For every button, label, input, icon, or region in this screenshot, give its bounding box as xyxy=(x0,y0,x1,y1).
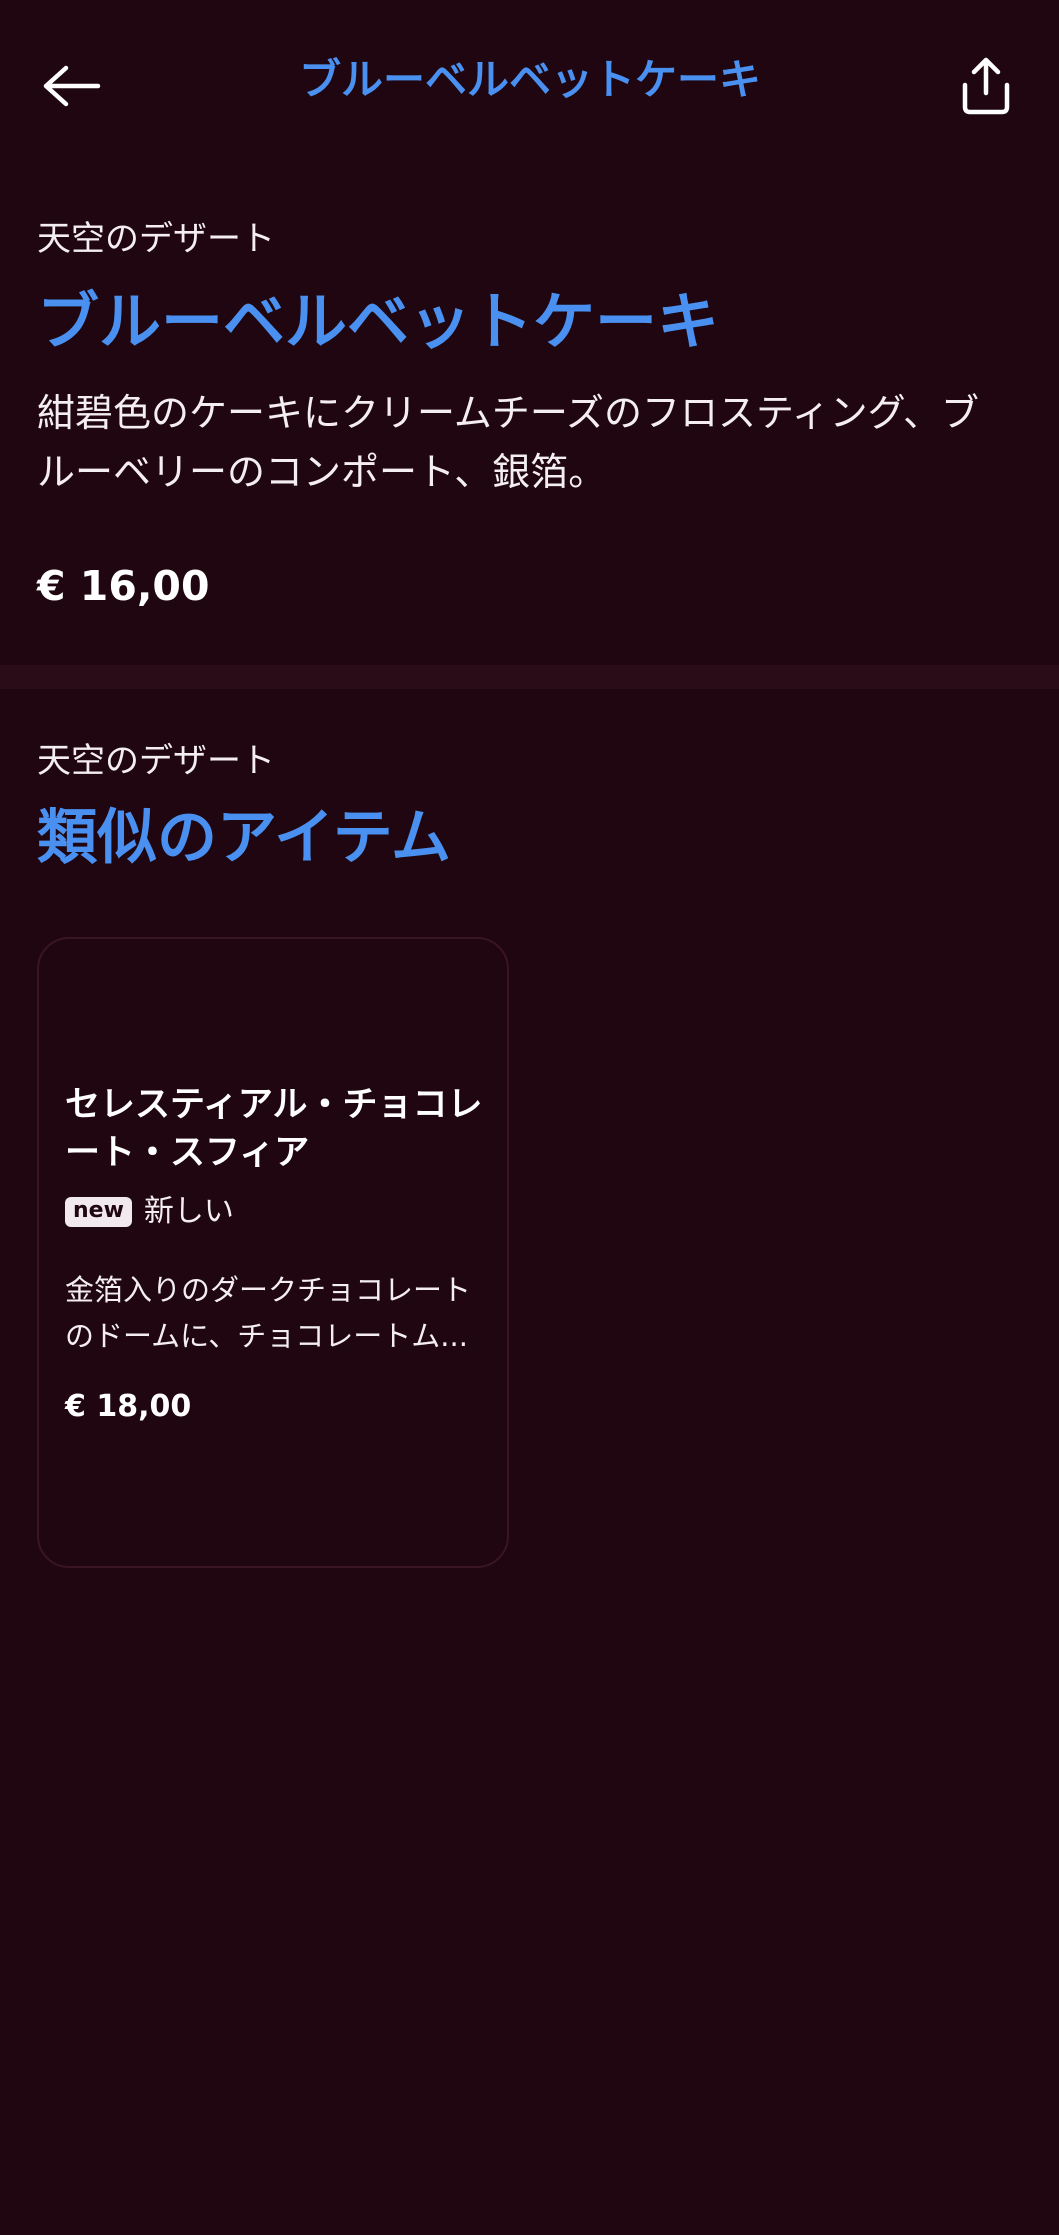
similar-category: 天空のデザート xyxy=(37,741,275,781)
section-divider xyxy=(0,665,1059,689)
badge-row: new 新しい xyxy=(65,1189,489,1235)
header-title: ブルーベルベットケーキ xyxy=(298,55,761,104)
arrow-left-icon xyxy=(43,65,101,107)
similar-items-title: 類似のアイテム xyxy=(37,803,451,873)
similar-item-card[interactable]: セレスティアル・チョコレート・スフィア new 新しい 金箔入りのダークチョコレ… xyxy=(37,937,509,1568)
back-button[interactable] xyxy=(30,44,114,128)
new-badge: new xyxy=(65,1197,132,1227)
new-badge-label: 新しい xyxy=(143,1194,234,1229)
product-category: 天空のデザート xyxy=(37,219,275,259)
similar-items-section: 天空のデザート 類似のアイテム xyxy=(37,736,1022,880)
product-price: € 16,00 xyxy=(37,562,210,610)
product-title: ブルーベルベットケーキ xyxy=(37,285,720,358)
share-icon xyxy=(962,57,1010,115)
similar-item-description: 金箔入りのダークチョコレートのドームに、チョコレートム... xyxy=(65,1273,472,1353)
similar-item-title: セレスティアル・チョコレート・スフィア xyxy=(65,1085,483,1173)
share-button[interactable] xyxy=(944,44,1028,128)
similar-item-price: € 18,00 xyxy=(65,1389,192,1424)
product-description: 紺碧色のケーキにクリームチーズのフロスティング、ブルーベリーのコンポート、銀箔。 xyxy=(37,391,980,494)
product-details: 天空のデザート ブルーベルベットケーキ 紺碧色のケーキにクリームチーズのフロステ… xyxy=(37,214,1022,502)
top-bar: ブルーベルベットケーキ xyxy=(0,0,1059,160)
